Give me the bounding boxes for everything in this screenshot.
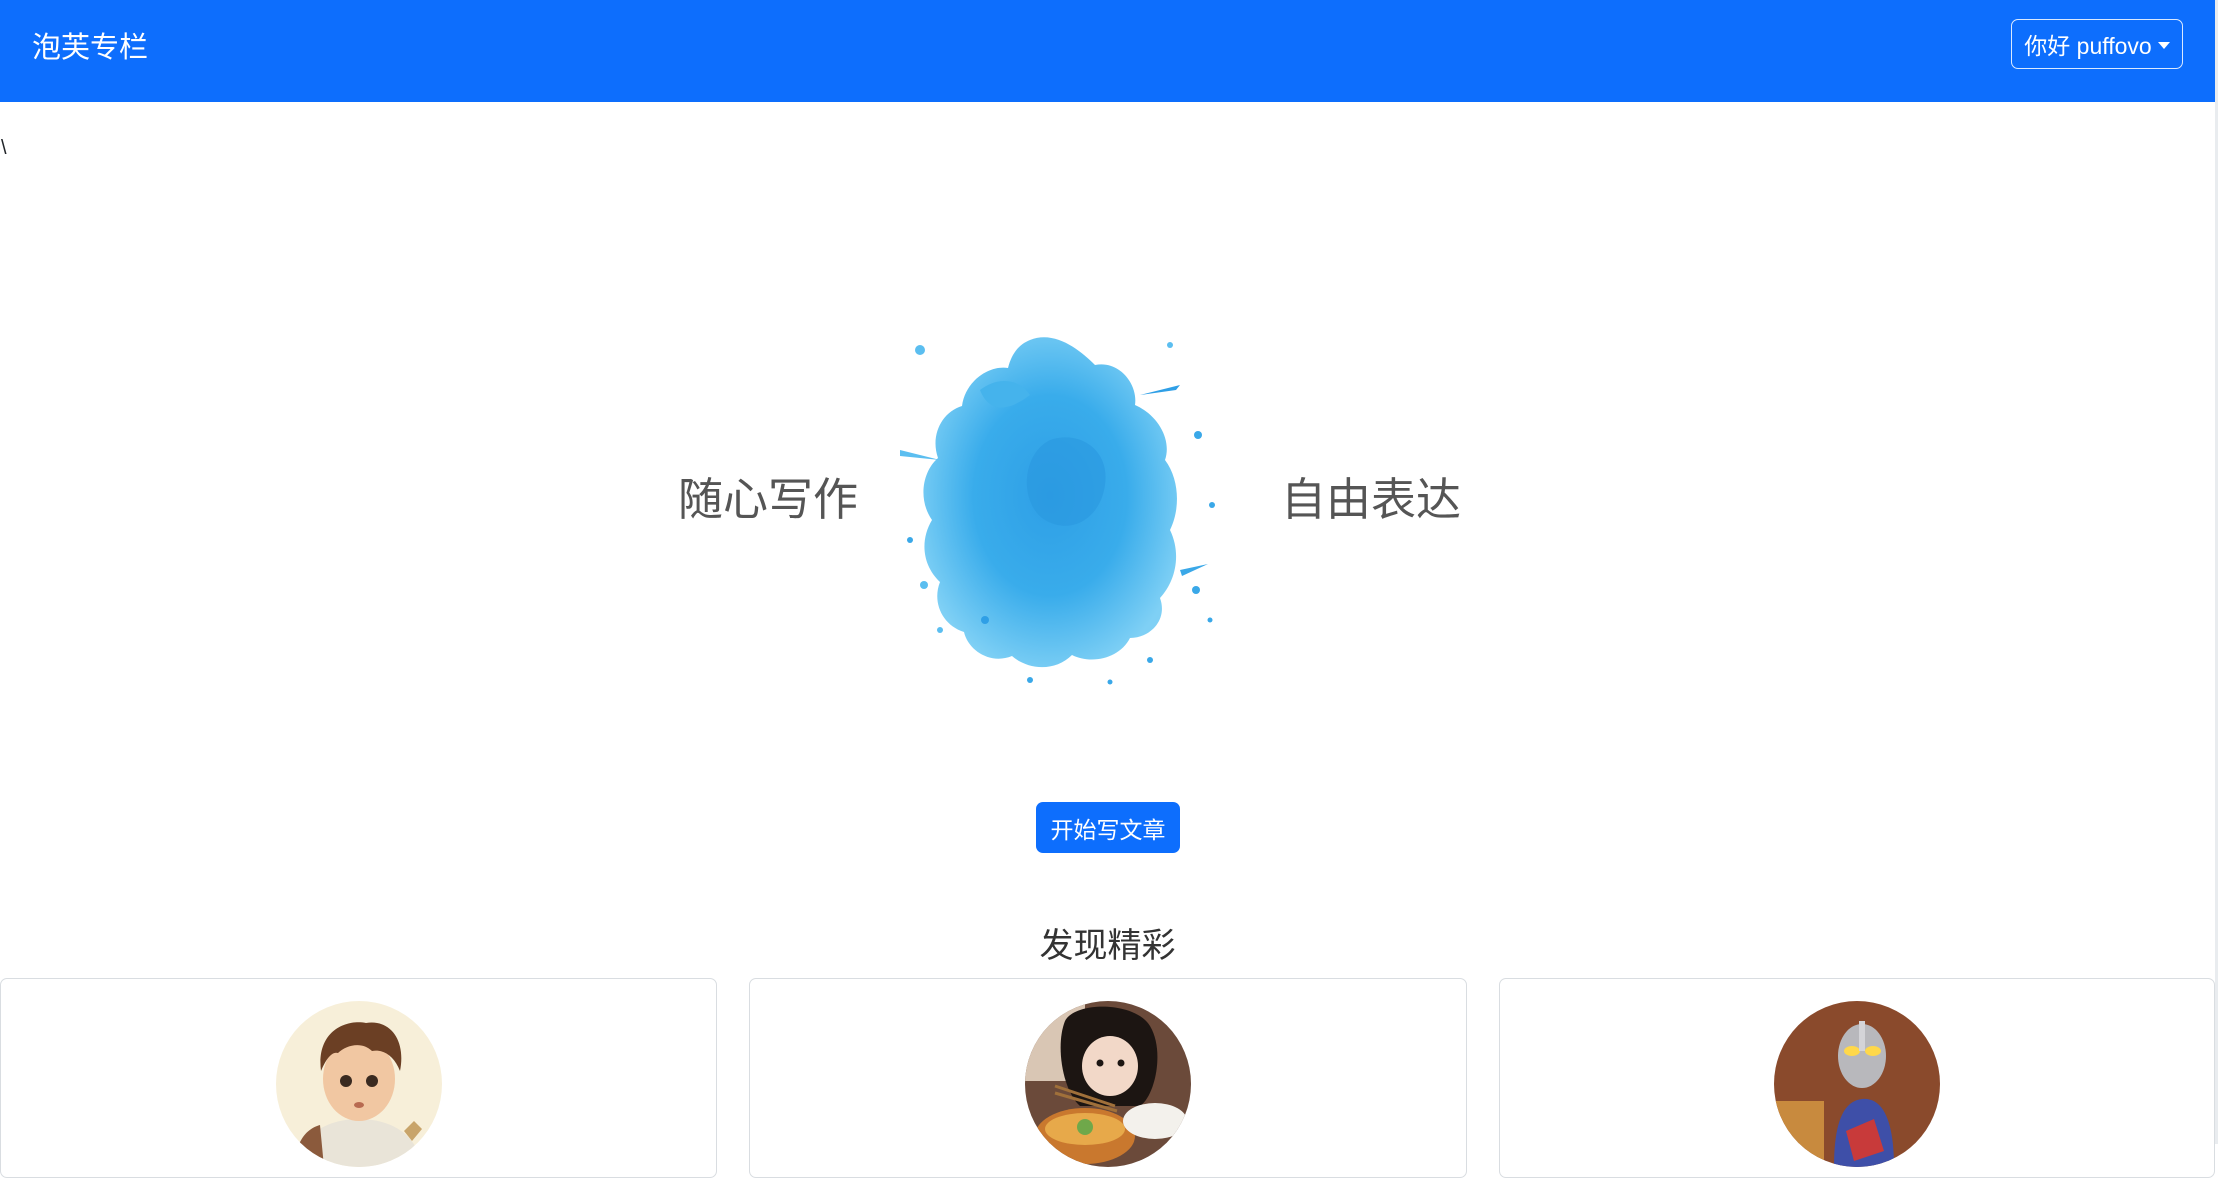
ink-splash-image	[900, 337, 1215, 685]
featured-card[interactable]	[749, 978, 1467, 1178]
cartoon-boy-avatar[interactable]	[275, 1001, 442, 1167]
discover-section-title: 发现精彩	[1039, 927, 1176, 965]
hero-right-slogan: 自由表达	[1281, 474, 1462, 525]
user-menu-label: 你好 puffovo	[2024, 33, 2152, 59]
start-writing-button[interactable]: 开始写文章	[1036, 802, 1180, 853]
user-menu-dropdown[interactable]: 你好 puffovo	[2011, 19, 2183, 69]
featured-card[interactable]	[0, 978, 717, 1178]
featured-card[interactable]	[1499, 978, 2215, 1178]
top-navbar: 泡芙专栏 你好 puffovo	[0, 0, 2215, 102]
brand-logo[interactable]: 泡芙专栏	[32, 30, 148, 66]
ultraman-figure-avatar[interactable]	[1774, 1001, 1940, 1167]
stray-text: \	[1, 137, 7, 159]
hero-left-slogan: 随心写作	[678, 474, 859, 525]
girl-eating-noodles-avatar[interactable]	[1025, 1001, 1191, 1167]
caret-down-icon	[2157, 41, 2170, 49]
